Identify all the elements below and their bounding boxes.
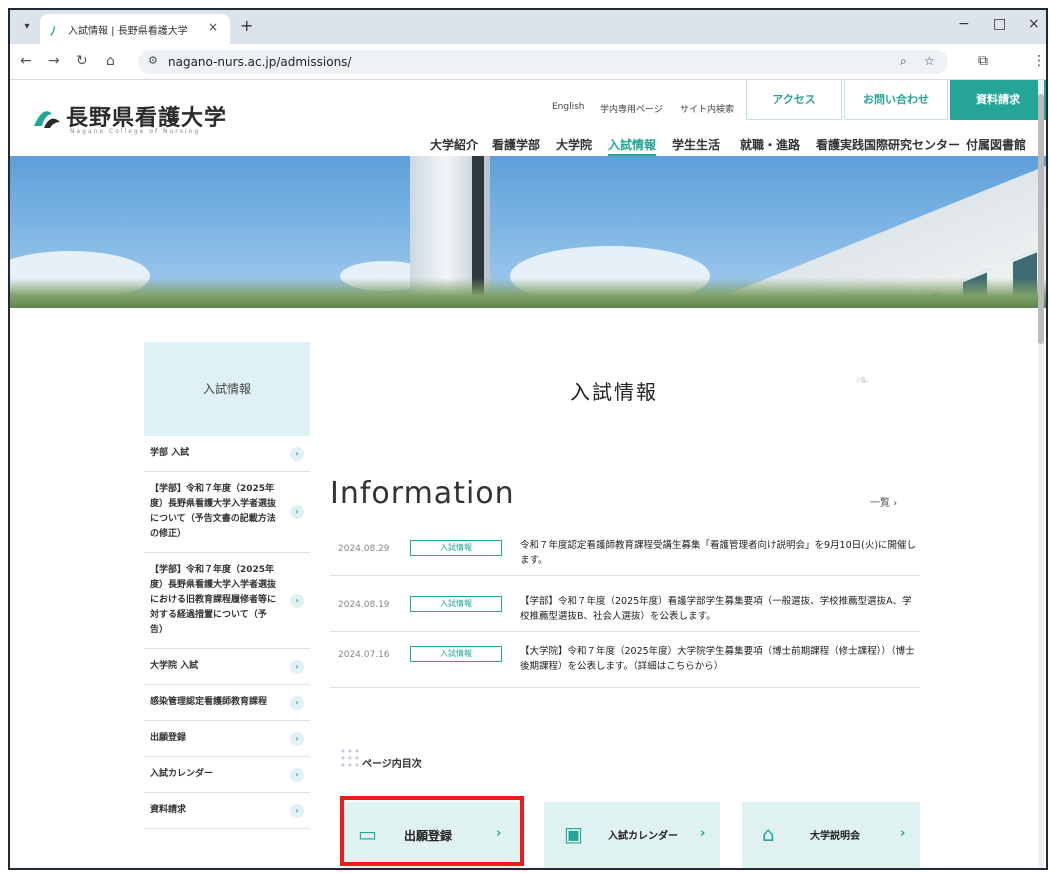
sidebar-item-label: 大学院 入試 [150,661,199,671]
site-info-icon[interactable]: ⚙ [148,54,158,67]
minimize-button[interactable]: − [958,16,970,32]
nav-about[interactable]: 大学紹介 [430,136,478,153]
chevron-right-icon: › [290,659,304,674]
intranet-link[interactable]: 学内専用ページ [600,102,663,115]
news-tag: 入試情報 [410,646,502,662]
tab-title: 入試情報 | 長野県看護大学 [68,26,188,37]
contact-button[interactable]: お問い合わせ [844,80,948,120]
sidebar-item-label: 【学部】令和７年度（2025年度）長野県看護大学入学者選抜における旧教育課程履修… [150,565,277,635]
building-icon: ⌂ [762,822,775,846]
reload-icon[interactable]: ↻ [76,53,88,69]
chevron-right-icon: › [290,803,304,818]
english-link[interactable]: English [552,102,585,112]
maximize-button[interactable]: □ [993,16,1006,32]
chevron-right-icon: › [290,446,304,461]
sidebar-item-transition-measures[interactable]: 【学部】令和７年度（2025年度）長野県看護大学入学者選抜における旧教育課程履修… [144,553,310,649]
chevron-right-icon: › [290,767,304,782]
main-content: 入試情報 学部 入試 › 【学部】令和７年度（2025年度）長野県看護大学入学者選… [10,308,1046,868]
news-item[interactable]: 2024.08.19 入試情報 【学部】令和７年度（2025年度）看護学部学生募… [330,576,920,632]
close-window-button[interactable]: × [1028,16,1040,32]
chevron-right-icon: › [700,826,706,841]
news-tag: 入試情報 [410,540,502,556]
admission-calendar-button[interactable]: ▣ 入試カレンダー › [544,802,720,868]
browser-tab[interactable]: ﾉ 入試情報 | 長野県看護大学 × [40,14,230,44]
back-icon[interactable]: ← [20,53,32,69]
sidebar-item-calendar[interactable]: 入試カレンダー › [144,757,310,793]
browser-window: ▾ ﾉ 入試情報 | 長野県看護大学 × + − □ × ← → ↻ ⌂ ⚙ n… [8,8,1048,870]
nav-career[interactable]: 就職・進路 [740,136,800,153]
news-tag: 入試情報 [410,596,502,612]
news-date: 2024.07.16 [338,650,390,660]
url-text[interactable]: nagano-nurs.ac.jp/admissions/ [168,55,351,69]
news-item[interactable]: 2024.08.29 入試情報 令和７年度認定看護師教育課程受講生募集「看護管理… [330,522,920,576]
chevron-right-icon: › [290,593,304,608]
site-search-link[interactable]: サイト内検索 [680,102,734,115]
sidebar-item-application[interactable]: 出願登録 › [144,721,310,757]
cta-label: 大学説明会 [810,831,860,842]
view-all-link[interactable]: 一覧 › [870,494,897,509]
sidebar-item-materials[interactable]: 資料請求 › [144,793,310,829]
sidebar-item-label: 入試カレンダー [150,769,214,779]
calendar-icon: ▣ [564,822,583,846]
nav-research-center[interactable]: 看護実践国際研究センター [816,136,960,153]
nav-faculty[interactable]: 看護学部 [492,136,540,153]
close-tab-icon[interactable]: × [208,20,218,34]
scrollbar-thumb[interactable] [1038,94,1044,344]
sidebar-heading: 入試情報 [144,342,310,436]
page-title: 入試情報 [570,380,658,404]
favicon-icon: ﾉ [50,24,57,38]
new-tab-button[interactable]: + [240,16,253,35]
sidebar-item-selection-notice[interactable]: 【学部】令和７年度（2025年度）長野県看護大学入学者選抜について（予告文書の記… [144,472,310,553]
highlight-box [340,796,524,866]
url-field[interactable]: ⚙ nagano-nurs.ac.jp/admissions/ ⌕ ☆ [138,50,948,74]
toc-label: ページ内目次 [362,759,422,770]
nav-library[interactable]: 付属図書館 [966,136,1026,153]
news-title[interactable]: 【大学院】令和７年度（2025年度）大学院学生募集要項（博士前期課程（修士課程）… [520,644,920,674]
nav-graduate[interactable]: 大学院 [556,136,592,153]
sidebar-item-undergrad-admissions[interactable]: 学部 入試 › [144,436,310,472]
sidebar: 入試情報 学部 入試 › 【学部】令和７年度（2025年度）長野県看護大学入学者選… [144,342,310,829]
sidebar-item-label: 出願登録 [150,733,187,743]
chevron-right-icon: › [290,505,304,519]
zoom-icon[interactable]: ⌕ [900,54,907,69]
sidebar-item-infection-control[interactable]: 感染管理認定看護師教育課程 › [144,685,310,721]
nav-student-life[interactable]: 学生生活 [672,136,720,153]
news-title[interactable]: 【学部】令和７年度（2025年度）看護学部学生募集要項（一般選抜、学校推薦型選抜… [520,594,920,624]
site-header: 長野県看護大学 Nagano College of Nursing Englis… [10,80,1046,156]
news-title[interactable]: 令和７年度認定看護師教育課程受講生募集「看護管理者向け説明会」を9月10日(火)… [520,538,920,568]
news-date: 2024.08.19 [338,600,390,610]
menu-icon[interactable]: ⋮ [1032,53,1046,69]
chevron-right-icon: › [290,695,304,710]
nav-admissions[interactable]: 入試情報 [608,136,656,153]
access-button[interactable]: アクセス [746,80,842,120]
tab-search-icon[interactable]: ▾ [18,18,36,36]
home-icon[interactable]: ⌂ [106,53,115,69]
forward-icon[interactable]: → [48,53,60,69]
trees [10,278,1046,308]
news-date: 2024.08.29 [338,544,390,554]
sidebar-item-label: 感染管理認定看護師教育課程 [150,697,268,707]
chevron-right-icon: › [290,731,304,746]
information-heading: Information [330,476,515,511]
request-materials-button[interactable]: 資料請求 [950,80,1046,120]
extensions-icon[interactable]: ⧉ [978,53,988,69]
sidebar-item-graduate-admissions[interactable]: 大学院 入試 › [144,649,310,685]
tab-strip: ▾ ﾉ 入試情報 | 長野県看護大学 × + − □ × [10,10,1046,44]
bookmark-star-icon[interactable]: ☆ [924,54,935,68]
bird-decoration-icon: ❧ [855,370,871,391]
cta-label: 入試カレンダー [608,831,678,842]
sidebar-item-label: 資料請求 [150,805,187,815]
dots-icon [341,749,359,767]
college-logo-icon[interactable] [32,104,62,130]
chevron-right-icon: › [900,826,906,841]
sidebar-item-label: 【学部】令和７年度（2025年度）長野県看護大学入学者選抜について（予告文書の記… [150,484,277,539]
logo-subtitle: Nagano College of Nursing [70,128,201,135]
address-bar: ← → ↻ ⌂ ⚙ nagano-nurs.ac.jp/admissions/ … [10,44,1046,80]
hero-image [10,156,1046,308]
sidebar-item-label: 学部 入試 [150,448,190,458]
info-session-button[interactable]: ⌂ 大学説明会 › [742,802,920,868]
news-item[interactable]: 2024.07.16 入試情報 【大学院】令和７年度（2025年度）大学院学生募… [330,632,920,688]
